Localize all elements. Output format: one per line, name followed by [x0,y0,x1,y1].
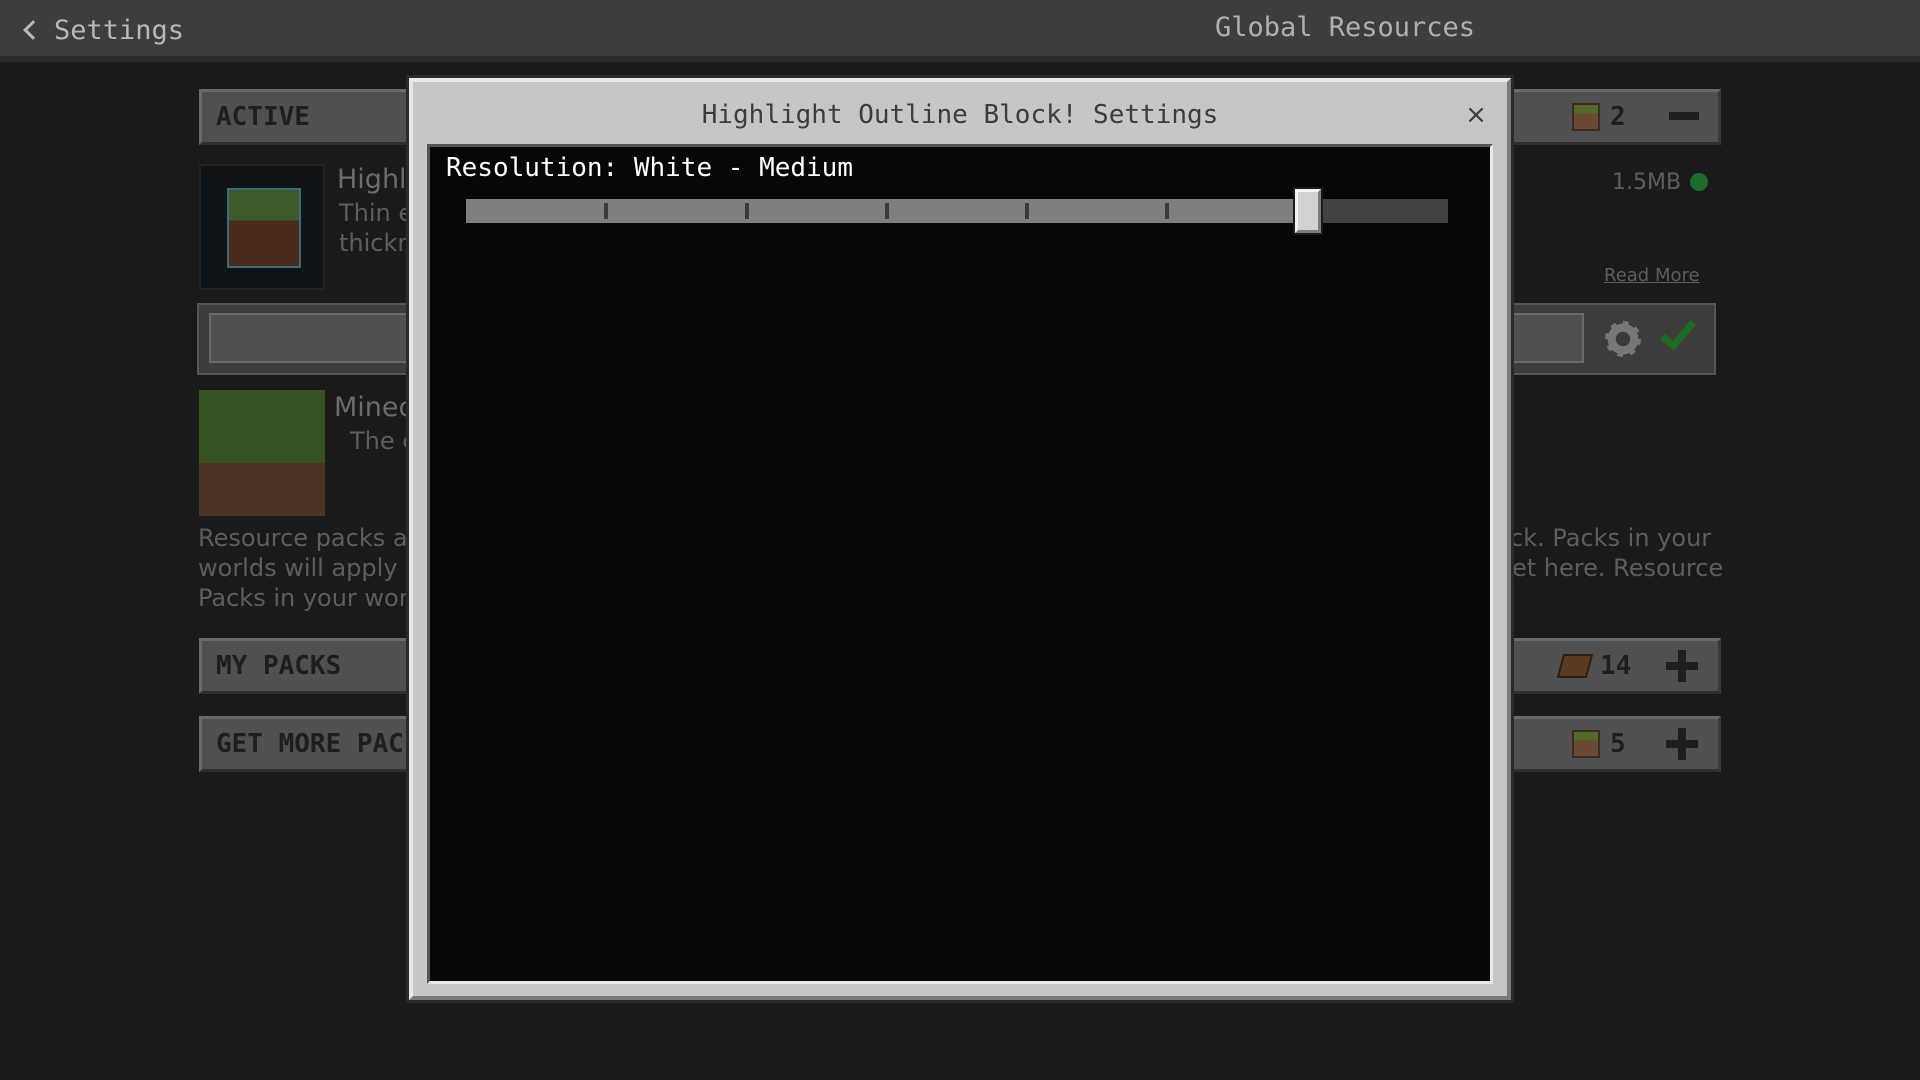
pack-option-left[interactable] [209,313,409,363]
pack-option-right[interactable] [1512,313,1584,363]
pack-name: Minec [334,392,414,423]
get-more-count-value: 5 [1610,729,1626,759]
page-title: Global Resources [1214,12,1476,43]
resolution-label: Resolution: White - Medium [446,153,853,183]
get-more-count: 5 [1572,729,1626,759]
get-more-packs-header[interactable]: GET MORE PAC [199,716,411,772]
cube-icon [227,188,301,268]
modal-title: Highlight Outline Block! Settings [701,100,1219,130]
pack-name: Highl [337,164,407,195]
slider-tick [744,203,749,219]
get-more-packs-controls: 5 [1511,716,1721,772]
settings-modal: Highlight Outline Block! Settings × Reso… [409,78,1511,1000]
my-packs-count-value: 14 [1600,651,1632,681]
active-count: 2 [1572,102,1626,132]
my-packs-header[interactable]: MY PACKS [199,638,411,694]
active-count-value: 2 [1610,102,1626,132]
active-section-controls: 2 [1511,89,1721,145]
info-text-left-1: Resource packs are [198,524,432,552]
pack-desc-line2: thickn [339,229,413,257]
my-packs-count: 14 [1556,651,1632,681]
read-more-link[interactable]: Read More [1604,265,1700,286]
pack-icon-minecraft[interactable] [199,390,325,516]
get-more-packs-label: GET MORE PAC [216,729,404,759]
slider-thumb[interactable] [1294,189,1321,233]
grass-block-icon [1572,730,1600,758]
grass-block-icon [1572,103,1600,131]
plus-icon[interactable] [1666,728,1698,760]
pack-desc-line1: Thin e [339,199,414,227]
resolution-slider[interactable] [466,189,1448,233]
back-label: Settings [54,14,185,46]
status-dot-icon [1690,173,1708,191]
book-icon [1556,654,1594,678]
active-section-label: ACTIVE [216,102,310,132]
my-packs-controls: 14 [1511,638,1721,694]
close-icon[interactable]: × [1461,100,1491,130]
checkmark-icon[interactable] [1660,313,1696,351]
pack-size: 1.5MB [1612,170,1682,195]
slider-tick [1025,203,1030,219]
info-text-right-2: et here. Resource [1512,554,1724,582]
info-text-right-1: ck. Packs in your [1510,524,1712,552]
slider-tick [884,203,889,219]
slider-tick [604,203,609,219]
pack-icon-highlight[interactable] [199,164,325,290]
pack-desc-line1: The c [350,427,416,455]
info-text-left-2: worlds will apply o [198,554,420,582]
chevron-left-icon [23,20,43,40]
my-packs-label: MY PACKS [216,651,342,681]
gear-icon[interactable] [1605,321,1641,357]
back-button[interactable]: Settings [20,12,184,48]
modal-body: Resolution: White - Medium [427,144,1493,984]
info-text-left-3: Packs in your world [198,584,431,612]
plus-icon[interactable] [1666,650,1698,682]
minus-icon[interactable] [1669,112,1699,120]
slider-tick [1165,203,1170,219]
active-section-header[interactable]: ACTIVE [199,89,411,145]
top-bar: Settings Global Resources [0,0,1920,62]
